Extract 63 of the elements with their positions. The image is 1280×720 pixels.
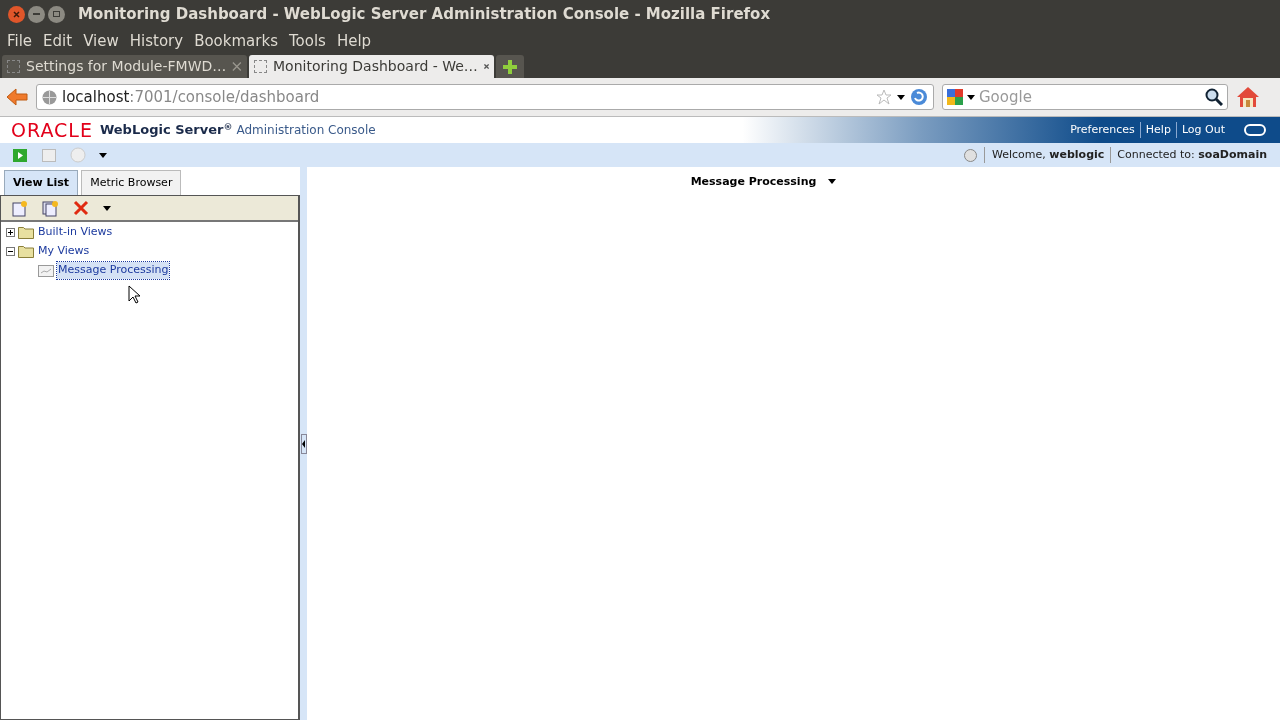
url-field[interactable]: localhost:7001/console/dashboard bbox=[36, 84, 934, 110]
close-icon[interactable] bbox=[483, 61, 489, 72]
expand-icon[interactable] bbox=[6, 228, 15, 237]
star-icon[interactable] bbox=[876, 89, 892, 105]
plus-icon bbox=[502, 58, 518, 75]
tab-label: Settings for Module-FMWD… bbox=[26, 57, 227, 76]
header-link[interactable]: Preferences bbox=[1065, 121, 1140, 139]
copy-page-icon[interactable] bbox=[42, 199, 59, 217]
url-host: localhost bbox=[62, 87, 130, 106]
collapse-icon[interactable] bbox=[6, 247, 15, 256]
folder-icon bbox=[18, 245, 34, 258]
mouse-pointer-icon bbox=[128, 285, 140, 304]
history-caret-icon[interactable] bbox=[897, 94, 905, 100]
welcome-text: Welcome, weblogic bbox=[984, 146, 1105, 164]
back-arrow-icon[interactable] bbox=[6, 88, 28, 106]
oracle-logo: ORACLE bbox=[11, 120, 93, 140]
product-subtitle: Administration Console bbox=[236, 122, 376, 139]
tree-item[interactable]: My Views bbox=[37, 243, 91, 260]
view-menu-caret-icon[interactable] bbox=[828, 179, 837, 184]
url-path: :7001/console/dashboard bbox=[129, 87, 320, 106]
new-tab-button[interactable] bbox=[496, 55, 524, 78]
search-input[interactable]: Google bbox=[979, 85, 1201, 109]
close-icon bbox=[13, 10, 20, 18]
menu-item[interactable]: File bbox=[3, 29, 37, 53]
close-button[interactable] bbox=[8, 5, 25, 23]
new-page-icon[interactable] bbox=[12, 199, 28, 217]
product-name: WebLogic Server$^{®}$ bbox=[99, 120, 233, 140]
view-title: Message Processing bbox=[690, 174, 817, 190]
browser-tab[interactable]: Monitoring Dashboard - We… bbox=[249, 55, 494, 78]
menu-item[interactable]: History bbox=[125, 29, 188, 53]
toolbar-caret-icon[interactable] bbox=[99, 152, 107, 158]
menu-item[interactable]: View bbox=[79, 29, 123, 53]
maximize-button[interactable] bbox=[48, 5, 65, 23]
header-link[interactable]: Help bbox=[1139, 121, 1176, 139]
folder-icon bbox=[18, 226, 34, 239]
menu-item[interactable]: Edit bbox=[39, 29, 77, 53]
window-title: Monitoring Dashboard - WebLogic Server Administration Console - Mozilla Firefox bbox=[78, 3, 771, 25]
status-light-icon bbox=[964, 148, 977, 162]
chart-view-icon bbox=[38, 264, 54, 277]
tree-item[interactable]: Built-in Views bbox=[37, 224, 114, 241]
panel-tab[interactable]: View List bbox=[4, 170, 79, 195]
menu-item[interactable]: Help bbox=[332, 29, 376, 53]
browser-tab[interactable]: Settings for Module-FMWD… bbox=[2, 55, 247, 78]
panel-tab[interactable]: Metric Browser bbox=[81, 170, 182, 195]
minimize-button[interactable] bbox=[28, 5, 45, 23]
connected-text: Connected to: soaDomain bbox=[1110, 146, 1267, 164]
search-field[interactable]: Google bbox=[942, 84, 1228, 110]
tree-item[interactable]: Message Processing bbox=[57, 262, 170, 279]
home-icon[interactable] bbox=[1236, 86, 1260, 108]
menu-item[interactable]: Bookmarks bbox=[190, 29, 282, 53]
play-icon[interactable] bbox=[13, 148, 27, 162]
tab-label: Monitoring Dashboard - We… bbox=[273, 57, 478, 76]
menu-item[interactable]: Tools bbox=[284, 29, 330, 53]
globe-icon bbox=[42, 89, 57, 105]
page-icon bbox=[254, 60, 267, 73]
page-icon bbox=[7, 60, 20, 73]
search-icon[interactable] bbox=[1205, 88, 1223, 106]
header-link[interactable]: Log Out bbox=[1175, 121, 1230, 139]
reload-icon[interactable] bbox=[910, 88, 928, 106]
oracle-ring-icon bbox=[1244, 124, 1266, 136]
tree-caret-icon[interactable] bbox=[103, 205, 111, 211]
engine-caret-icon[interactable] bbox=[967, 94, 975, 100]
delete-icon[interactable] bbox=[73, 200, 89, 216]
